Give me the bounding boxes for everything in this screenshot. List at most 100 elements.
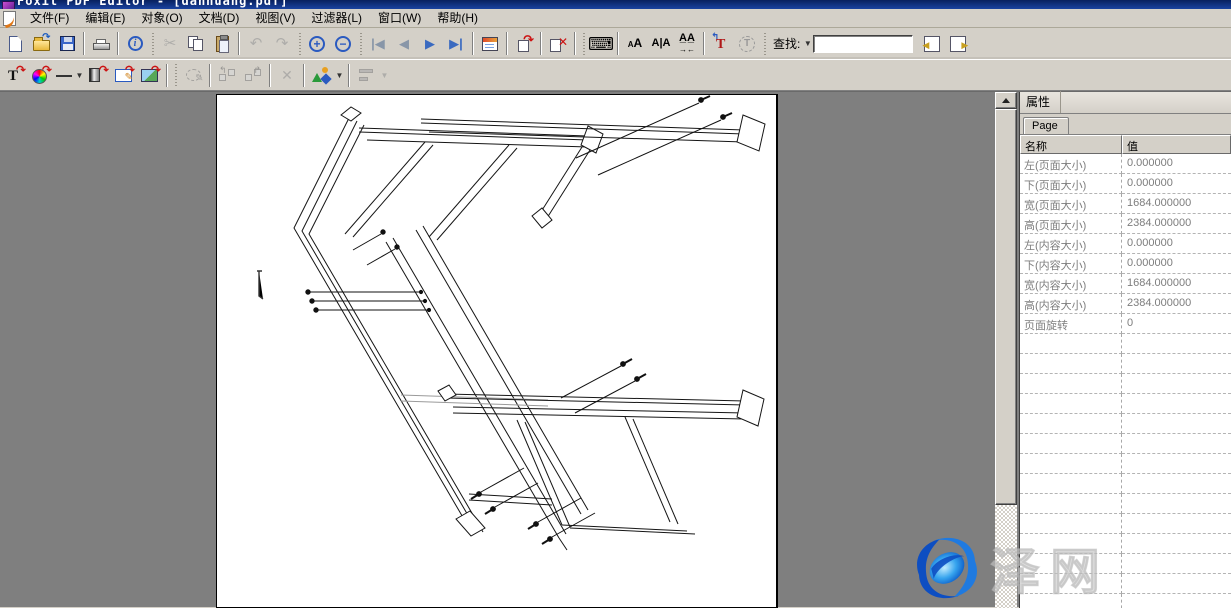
rotate-page-button[interactable]: ↷ [511,31,537,56]
empty-table-row [1020,334,1231,354]
pdf-page[interactable] [216,94,777,608]
zoom-out-button[interactable]: − [330,31,356,56]
separator [574,32,576,55]
cad-drawing [217,95,778,608]
virtual-keyboard-button[interactable]: ⌨ [588,31,614,56]
line-style-dropdown[interactable]: ▼ [74,71,85,80]
find-previous-button[interactable] [919,31,945,56]
empty-rows [1020,334,1231,608]
toolbar-grip[interactable] [359,33,362,55]
delete-page-icon: ✕ [550,36,566,52]
empty-table-row [1020,514,1231,534]
scrollbar-track[interactable] [995,505,1017,608]
menu-view[interactable]: 视图(V) [247,8,303,28]
find-input[interactable] [813,35,913,53]
add-color-button[interactable]: ↷ [28,63,54,88]
separator [303,64,305,87]
menu-filter[interactable]: 过滤器(L) [303,8,370,28]
menu-document[interactable]: 文档(D) [191,8,248,28]
copy-button[interactable] [183,31,209,56]
shapes-icon [312,67,330,83]
table-row[interactable]: 宽(页面大小)1684.000000 [1020,194,1231,214]
char-spacing-icon: A|A [652,38,671,49]
undo-button[interactable]: ↶ [243,31,269,56]
find-dropdown-arrow[interactable]: ▼ [802,39,813,48]
lasso-icon [186,69,201,81]
page-layout-button[interactable] [477,31,503,56]
save-button[interactable] [54,31,80,56]
new-file-button[interactable] [2,31,28,56]
first-page-button[interactable]: |◀ [365,31,391,56]
table-row[interactable]: 页面旋转0 [1020,314,1231,334]
add-text-object-button[interactable]: T↷ [2,63,28,88]
document-info-button[interactable]: i [122,31,148,56]
delete-page-button[interactable]: ✕ [545,31,571,56]
shape-objects-dropdown[interactable]: ▼ [334,71,345,80]
print-button[interactable] [88,31,114,56]
edit-path-button[interactable] [180,63,206,88]
new-file-icon [9,36,22,52]
menu-file[interactable]: 文件(F) [22,8,77,28]
group-forward-button[interactable] [240,63,266,88]
line-style-button[interactable] [54,63,74,88]
scroll-up-button[interactable] [995,92,1017,109]
document-icon[interactable] [3,11,16,26]
properties-table: 名称 值 左(页面大小)0.000000 下(页面大小)0.000000 宽(页… [1020,135,1231,608]
scrollbar-thumb[interactable] [995,109,1017,505]
column-name-header: 名称 [1020,135,1122,154]
table-row[interactable]: 宽(内容大小)1684.000000 [1020,274,1231,294]
paste-icon [216,36,229,52]
group-forward-icon [245,69,261,81]
toolbar-grip[interactable] [151,33,154,55]
save-icon [60,36,75,51]
find-next-button[interactable] [945,31,971,56]
shape-objects-button[interactable] [308,63,334,88]
scissors-icon: ✂ [164,36,177,51]
app-icon [2,1,15,9]
replace-font-icon: AA [628,37,642,50]
table-row[interactable]: 高(内容大小)2384.000000 [1020,294,1231,314]
table-row[interactable]: 下(页面大小)0.000000 [1020,174,1231,194]
open-file-button[interactable] [28,31,54,56]
table-row[interactable]: 下(内容大小)0.000000 [1020,254,1231,274]
table-row[interactable]: 高(页面大小)2384.000000 [1020,214,1231,234]
empty-table-row [1020,494,1231,514]
add-shading-button[interactable]: ↷ [85,63,111,88]
group-backward-button[interactable] [214,63,240,88]
insert-text-button[interactable]: ↰T [708,31,734,56]
add-image-button[interactable]: ↷ [137,63,163,88]
paste-button[interactable] [209,31,235,56]
empty-table-row [1020,534,1231,554]
replace-font-button[interactable]: AA [622,31,648,56]
char-scale-button[interactable]: A̲A̲→← [674,31,700,56]
empty-table-row [1020,574,1231,594]
delete-object-button[interactable]: ✕ [274,63,300,88]
toolbar-grip[interactable] [763,33,766,55]
menu-window[interactable]: 窗口(W) [370,8,429,28]
prev-page-button[interactable]: ◀ [391,31,417,56]
char-spacing-button[interactable]: A|A [648,31,674,56]
toolbar-objects: T↷ ↷ ▼ ↷ ↷ ↷ ✕ ▼ ▼ [0,60,1231,91]
text-circle-icon: T [739,36,755,52]
cut-button[interactable]: ✂ [157,31,183,56]
tab-page[interactable]: Page [1023,117,1069,134]
table-row[interactable]: 左(页面大小)0.000000 [1020,154,1231,174]
text-art-button[interactable]: T [734,31,760,56]
separator [117,32,119,55]
toolbar-grip[interactable] [298,33,301,55]
toolbar-grip[interactable] [582,33,585,55]
table-row[interactable]: 左(内容大小)0.000000 [1020,234,1231,254]
menu-object[interactable]: 对象(O) [133,8,190,28]
toolbar-grip[interactable] [174,64,177,86]
redo-button[interactable]: ↷ [269,31,295,56]
align-objects-button[interactable] [353,63,379,88]
menu-help[interactable]: 帮助(H) [429,8,486,28]
next-page-button[interactable]: ▶ [417,31,443,56]
redo-icon: ↷ [276,36,289,51]
zoom-in-button[interactable]: + [304,31,330,56]
menu-edit[interactable]: 编辑(E) [77,8,133,28]
separator [348,64,350,87]
last-page-button[interactable]: ▶| [443,31,469,56]
edit-image-button[interactable]: ↷ [111,63,137,88]
align-objects-dropdown[interactable]: ▼ [379,71,390,80]
